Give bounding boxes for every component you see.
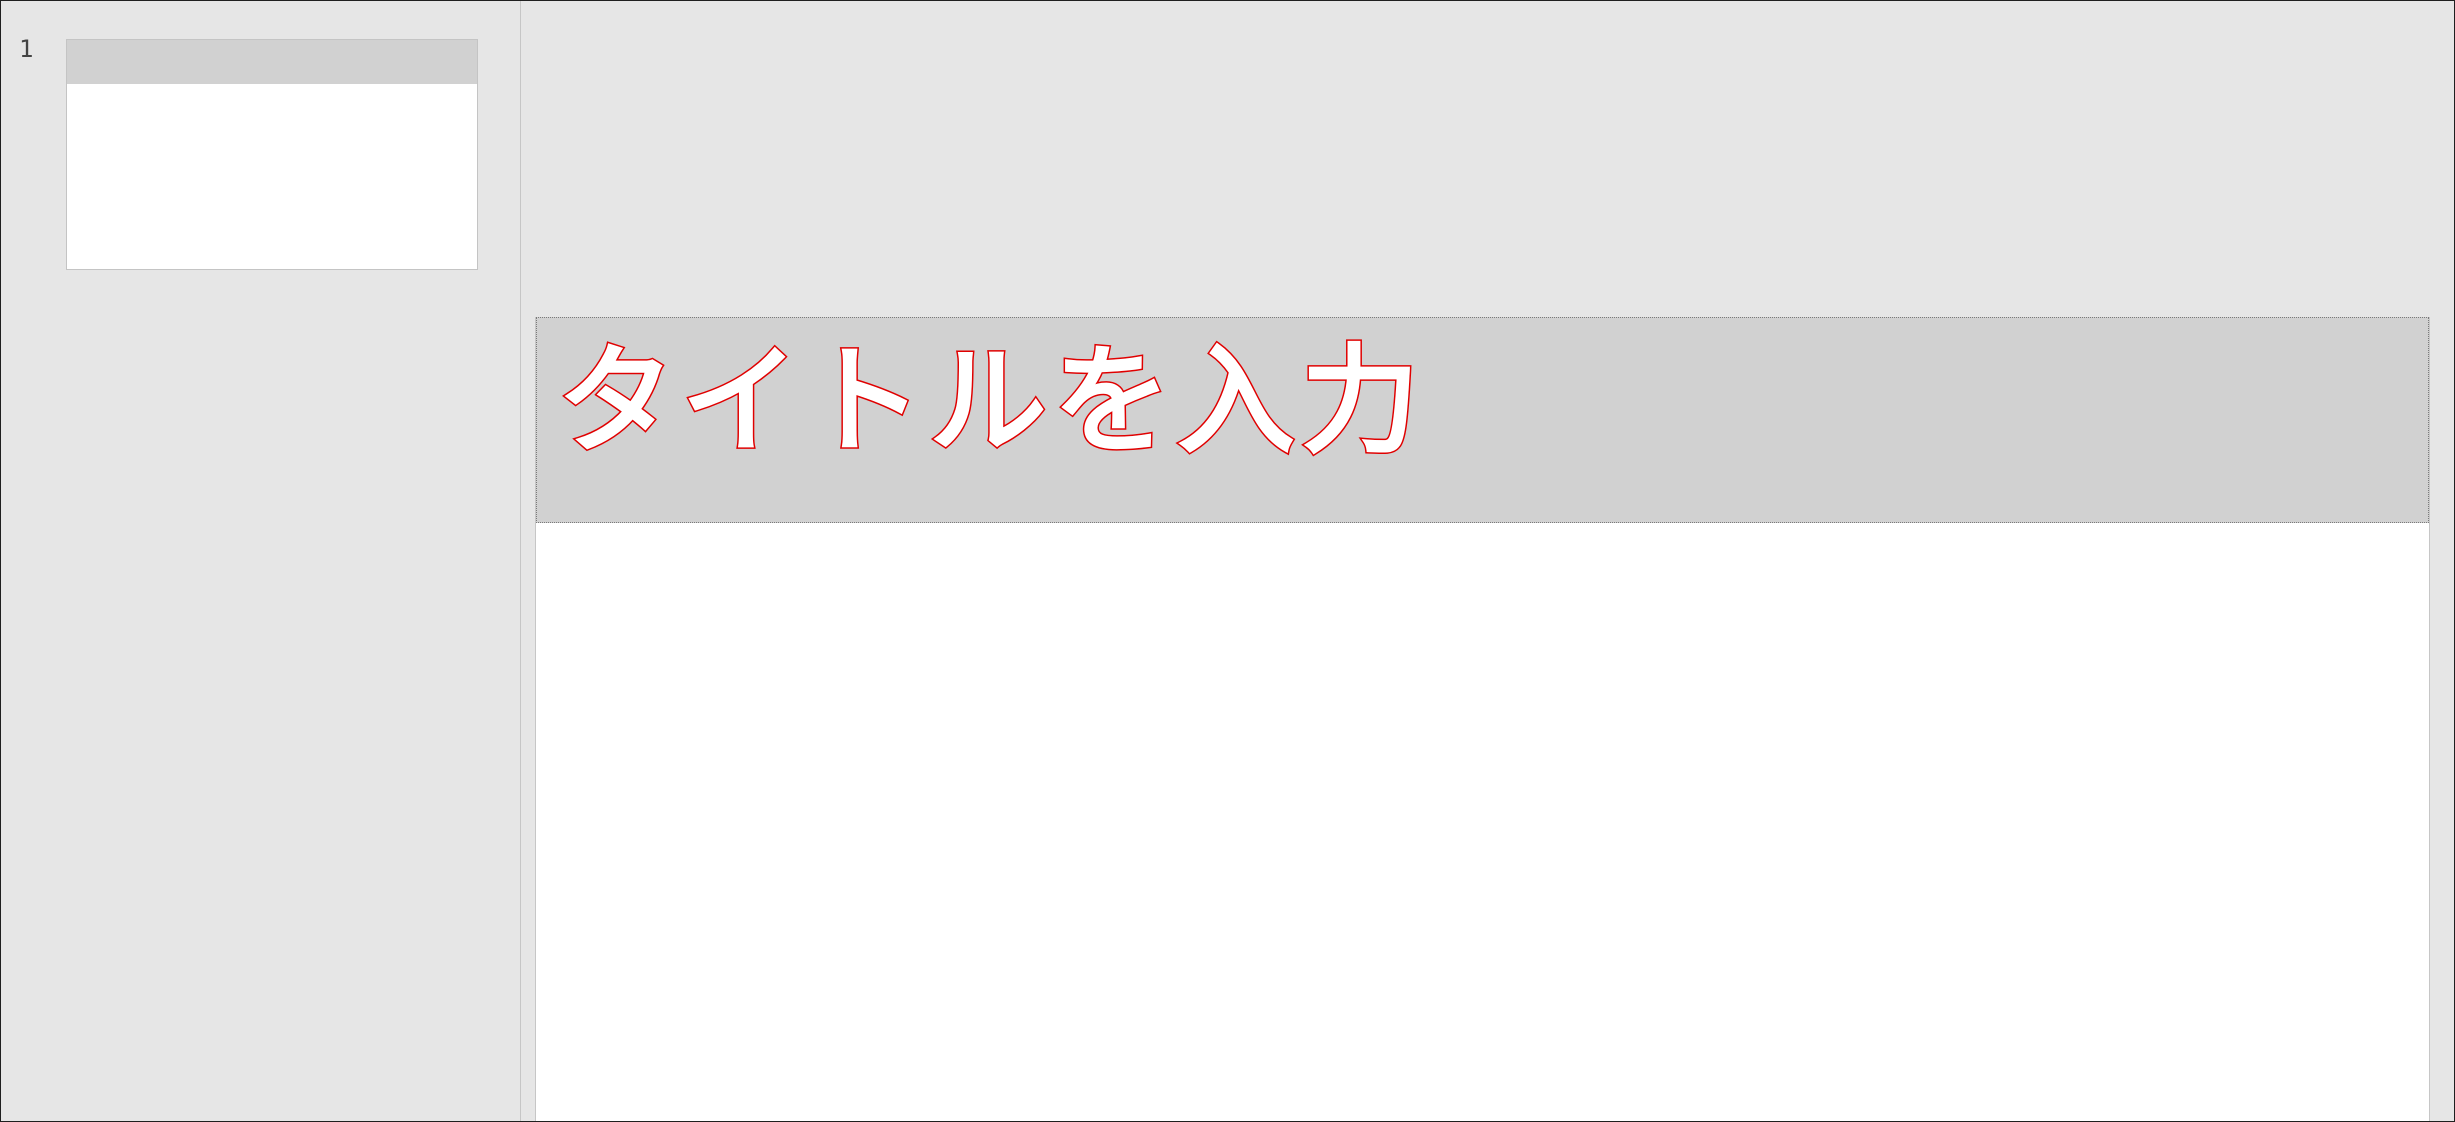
slide-thumbnail-pane[interactable]: 1 — [1, 1, 521, 1121]
slide-thumbnail[interactable] — [66, 39, 478, 270]
presentation-editor-window: 1 タイトルを入力 — [0, 0, 2455, 1122]
slide-canvas[interactable]: タイトルを入力 — [535, 317, 2430, 1121]
title-placeholder-text: タイトルを入力 — [555, 332, 1426, 470]
slide-editing-pane[interactable]: タイトルを入力 — [521, 1, 2454, 1121]
slide-number: 1 — [19, 35, 34, 63]
thumbnail-title-band — [67, 40, 477, 84]
title-placeholder[interactable]: タイトルを入力 — [536, 317, 2429, 523]
